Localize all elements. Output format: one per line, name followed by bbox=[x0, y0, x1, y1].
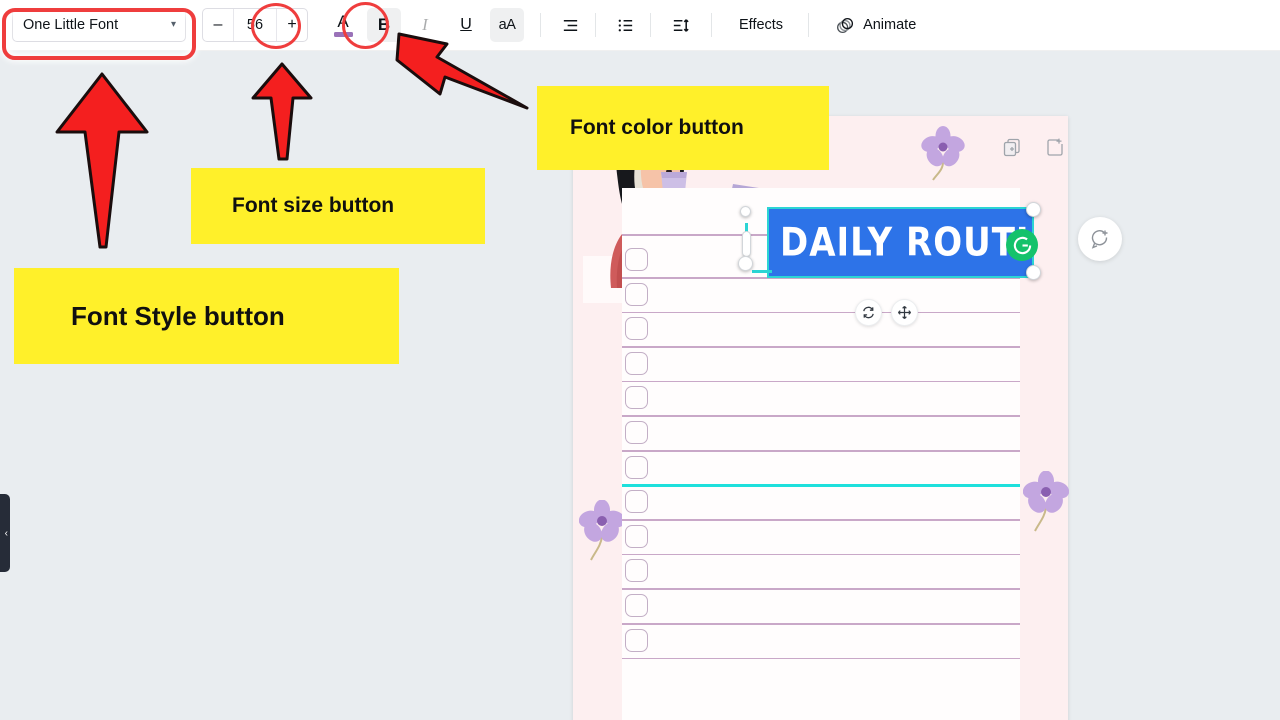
flower-right bbox=[1023, 471, 1069, 535]
checkbox-icon[interactable] bbox=[625, 386, 648, 410]
checklist-row[interactable] bbox=[622, 452, 1020, 488]
line-spacing-button[interactable] bbox=[663, 8, 697, 42]
annotation-font-color-label: Font color button bbox=[570, 116, 744, 139]
checkbox-icon[interactable] bbox=[625, 455, 648, 479]
chevron-down-icon: ▾ bbox=[170, 18, 176, 30]
checkbox-icon[interactable] bbox=[625, 420, 648, 444]
selected-text-label: DAILY ROUTINE bbox=[780, 219, 1034, 266]
font-family-dropdown[interactable]: One Little Font ▾ bbox=[12, 8, 186, 42]
font-size-increase-button[interactable]: + bbox=[277, 9, 307, 41]
checklist-row[interactable] bbox=[622, 555, 1020, 590]
chevron-left-icon: ‹ bbox=[4, 527, 8, 539]
annotation-font-size: Font size button bbox=[191, 168, 485, 244]
arrow-font-color bbox=[395, 32, 529, 110]
flower-top bbox=[921, 126, 965, 182]
checklist-row[interactable] bbox=[622, 521, 1020, 556]
grammarly-badge[interactable] bbox=[1006, 229, 1038, 261]
arrow-font-size bbox=[251, 62, 313, 161]
checkbox-icon[interactable] bbox=[625, 351, 648, 375]
checklist-row[interactable] bbox=[622, 313, 1020, 348]
rotate-icon[interactable] bbox=[855, 299, 882, 326]
font-color-button[interactable]: A bbox=[326, 8, 360, 42]
checklist-row[interactable] bbox=[622, 486, 1020, 521]
font-size-stepper[interactable]: – 56 + bbox=[202, 8, 308, 42]
font-family-value: One Little Font bbox=[23, 17, 119, 33]
font-color-letter: A bbox=[337, 12, 349, 31]
checklist-row[interactable] bbox=[622, 382, 1020, 417]
object-float-toolbar bbox=[855, 299, 918, 326]
annotation-font-color: Font color button bbox=[537, 86, 829, 170]
effects-label: Effects bbox=[739, 17, 784, 33]
checkbox-icon[interactable] bbox=[625, 490, 648, 514]
flower-left bbox=[579, 500, 625, 564]
animate-label: Animate bbox=[863, 17, 917, 33]
checkbox-icon[interactable] bbox=[625, 559, 648, 583]
toolbar-divider-3 bbox=[650, 13, 651, 37]
selection-handle-top-left[interactable] bbox=[740, 206, 751, 217]
checkbox-icon[interactable] bbox=[625, 593, 648, 617]
text-width-handle[interactable] bbox=[742, 231, 751, 257]
checklist-row[interactable] bbox=[622, 417, 1020, 452]
add-page-icon[interactable] bbox=[1043, 135, 1067, 159]
collapse-sidepanel-tab[interactable]: ‹ bbox=[0, 494, 10, 572]
checkbox-icon[interactable] bbox=[625, 524, 648, 548]
annotation-font-size-label: Font size button bbox=[232, 194, 395, 217]
annotation-font-style: Font Style button bbox=[14, 268, 399, 364]
checklist-row[interactable] bbox=[622, 348, 1020, 383]
toolbar-divider-2 bbox=[595, 13, 596, 37]
checkbox-icon[interactable] bbox=[625, 248, 648, 271]
canva-editor-screen: ‹ DAILY ROUT One Little Font ▾ – 56 + A … bbox=[0, 0, 1280, 720]
checkbox-icon[interactable] bbox=[625, 282, 648, 306]
annotation-font-style-label: Font Style button bbox=[71, 300, 285, 331]
toolbar-divider-1 bbox=[540, 13, 541, 37]
font-size-decrease-button[interactable]: – bbox=[203, 9, 233, 41]
move-icon[interactable] bbox=[891, 299, 918, 326]
bold-icon: B bbox=[377, 15, 391, 34]
align-right-icon bbox=[563, 19, 577, 31]
checklist-row[interactable] bbox=[622, 279, 1020, 314]
text-align-button[interactable] bbox=[553, 8, 587, 42]
page-actions bbox=[1000, 135, 1067, 159]
bullet-list-button[interactable] bbox=[608, 8, 642, 42]
arrow-font-style bbox=[55, 72, 149, 249]
toolbar-divider-5 bbox=[808, 13, 810, 37]
selection-handle-bottom-left[interactable] bbox=[738, 256, 753, 271]
checklist-row[interactable] bbox=[622, 590, 1020, 625]
duplicate-page-icon[interactable] bbox=[1000, 135, 1024, 159]
text-format-toolbar: One Little Font ▾ – 56 + A B I U aA Effe… bbox=[0, 0, 1280, 51]
add-comment-button[interactable] bbox=[1078, 217, 1122, 261]
selection-handle-top-right[interactable] bbox=[1026, 202, 1041, 217]
selection-edge-left bbox=[752, 270, 772, 273]
font-size-value[interactable]: 56 bbox=[233, 9, 277, 41]
selected-text-object[interactable]: DAILY ROUTINE bbox=[767, 207, 1034, 278]
line-spacing-icon bbox=[673, 18, 689, 32]
selection-handle-bottom-right[interactable] bbox=[1026, 265, 1041, 280]
checklist-row[interactable] bbox=[622, 625, 1020, 660]
bullet-list-icon bbox=[618, 19, 632, 31]
checkbox-icon[interactable] bbox=[625, 628, 648, 652]
animate-button[interactable]: Animate bbox=[825, 8, 926, 42]
animate-icon bbox=[837, 17, 854, 33]
effects-button[interactable]: Effects bbox=[728, 8, 794, 42]
checkbox-icon[interactable] bbox=[625, 317, 648, 341]
checklist-rule bbox=[622, 657, 1020, 660]
font-color-swatch bbox=[333, 32, 353, 37]
toolbar-divider-4 bbox=[711, 13, 712, 37]
checklist-rows bbox=[622, 244, 1020, 660]
